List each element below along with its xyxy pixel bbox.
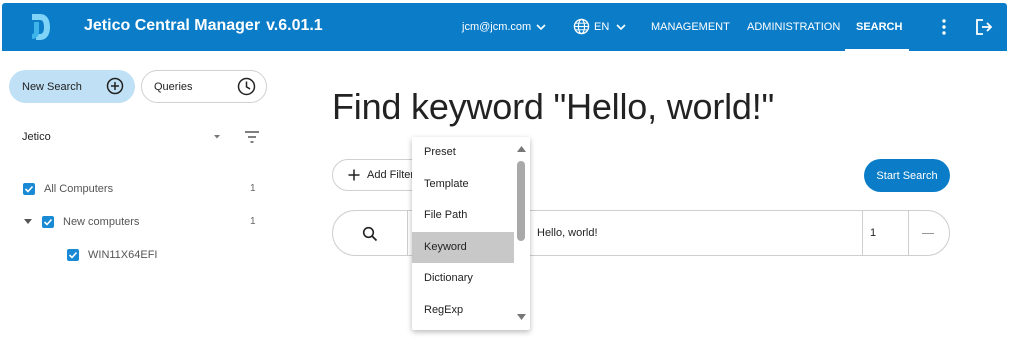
tree-item-win11x64efi[interactable]: WIN11X64EFI	[67, 247, 158, 263]
tree-item-label: All Computers	[44, 183, 114, 195]
start-search-button[interactable]: Start Search	[864, 159, 950, 192]
divider	[862, 211, 863, 255]
expand-more-icon[interactable]	[24, 219, 32, 225]
filter-count-input[interactable]: 1	[870, 227, 876, 239]
language-label: EN	[594, 20, 610, 33]
app-title: Jetico Central Manager v.6.01.1	[84, 17, 323, 35]
checkbox-checked-icon[interactable]	[67, 249, 79, 261]
tree-item-count: 1	[250, 183, 256, 194]
new-search-label: New Search	[22, 80, 82, 93]
clock-icon	[237, 77, 256, 96]
scroll-down-arrow-icon[interactable]	[517, 314, 526, 320]
divider	[908, 211, 909, 255]
nav-administration[interactable]: ADMINISTRATION	[747, 21, 840, 33]
app-version: v.6.01.1	[266, 17, 323, 34]
checkbox-checked-icon[interactable]	[42, 216, 54, 228]
checkbox-checked-icon[interactable]	[23, 183, 35, 195]
globe-icon	[573, 18, 590, 35]
tree-item-new-computers[interactable]: New computers	[42, 214, 139, 230]
page-title: Find keyword "Hello, world!"	[332, 86, 775, 127]
dropdown-option-dictionary[interactable]: Dictionary	[412, 263, 514, 294]
queries-label: Queries	[154, 81, 193, 93]
divider	[407, 211, 408, 255]
user-menu[interactable]: jcm@jcm.com	[462, 21, 546, 33]
tree-item-label: WIN11X64EFI	[88, 249, 158, 261]
dropdown-option-preset[interactable]: Preset	[412, 137, 514, 168]
organization-select[interactable]: Jetico	[22, 131, 51, 143]
filter-value-input[interactable]: Hello, world!	[537, 227, 598, 239]
tree-item-all-computers[interactable]: All Computers	[23, 181, 113, 197]
top-app-bar: Jetico Central Manager v.6.01.1 jcm@jcm.c…	[2, 3, 1007, 51]
add-filter-label: Add Filter	[367, 169, 415, 181]
remove-filter-icon[interactable]	[922, 233, 934, 234]
app-name: Jetico Central Manager	[84, 17, 261, 34]
user-email: jcm@jcm.com	[462, 21, 532, 33]
dropdown-option-keyword[interactable]: Keyword	[412, 232, 514, 263]
queries-button[interactable]: Queries	[141, 70, 267, 103]
filter-type-dropdown: Preset Template File Path Keyword Dictio…	[412, 137, 530, 330]
chevron-down-icon	[616, 23, 626, 30]
language-menu[interactable]: EN	[573, 18, 626, 35]
jetico-logo-icon	[32, 14, 50, 40]
scroll-up-arrow-icon[interactable]	[517, 146, 526, 152]
logout-icon[interactable]	[974, 17, 994, 37]
more-vert-icon[interactable]	[936, 17, 952, 37]
dropdown-option-template[interactable]: Template	[412, 169, 514, 200]
chevron-down-icon	[536, 24, 546, 30]
dropdown-option-file-path[interactable]: File Path	[412, 200, 514, 231]
new-search-button[interactable]: New Search	[9, 70, 135, 103]
filter-list-icon[interactable]	[244, 130, 260, 144]
scrollbar-thumb[interactable]	[517, 161, 525, 241]
active-tab-indicator	[845, 49, 909, 51]
nav-management[interactable]: MANAGEMENT	[651, 21, 730, 33]
dropdown-option-regexp[interactable]: RegExp	[412, 295, 514, 326]
search-icon	[362, 226, 378, 242]
tree-item-label: New computers	[63, 216, 140, 228]
tree-item-count: 1	[250, 216, 256, 227]
dropdown-arrow-icon[interactable]	[213, 133, 221, 141]
add-circle-icon	[106, 77, 124, 95]
plus-icon	[348, 169, 360, 181]
nav-search[interactable]: SEARCH	[856, 21, 902, 33]
